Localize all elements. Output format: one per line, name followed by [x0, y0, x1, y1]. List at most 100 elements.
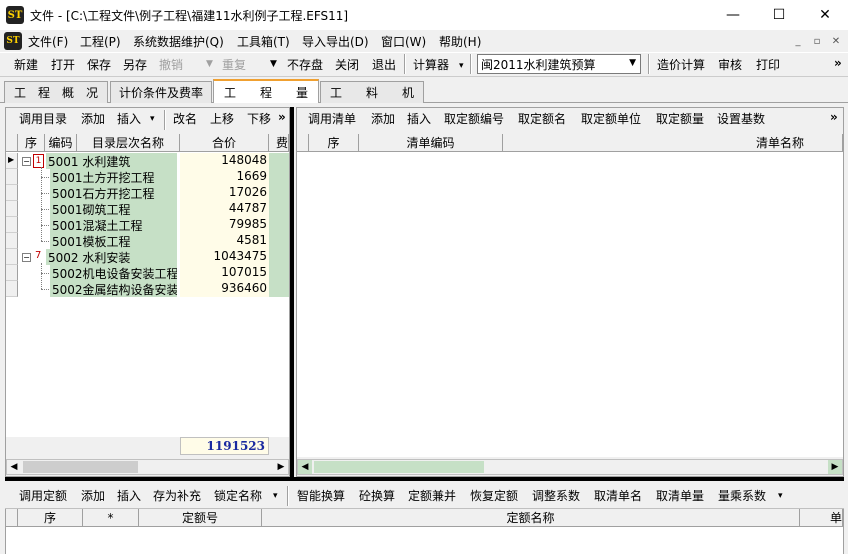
- multiply-dropdown-icon[interactable]: ▾: [778, 491, 783, 501]
- right-toolbar-overflow-icon[interactable]: »: [830, 110, 838, 124]
- scroll-left-icon[interactable]: ◀: [7, 460, 21, 474]
- new-button[interactable]: 新建: [14, 56, 38, 73]
- undo-button[interactable]: 撤销: [159, 56, 183, 73]
- left-header-seq[interactable]: 序: [18, 134, 45, 152]
- tab-pricing-conditions[interactable]: 计价条件及费率: [110, 81, 212, 103]
- mdi-minimize-button[interactable]: _: [790, 34, 806, 48]
- undo-dropdown-icon[interactable]: ▼: [206, 59, 213, 69]
- left-header-name[interactable]: 目录层次名称: [77, 134, 180, 152]
- collapse-icon[interactable]: −: [22, 253, 31, 262]
- minimize-button[interactable]: —: [710, 0, 756, 30]
- row-selector[interactable]: [6, 169, 18, 185]
- menu-help[interactable]: 帮助(H): [439, 33, 481, 50]
- tab-labor-materials[interactable]: 工 料 机: [320, 81, 424, 103]
- get-bill-name-button[interactable]: 取清单名: [594, 487, 642, 504]
- tree-node-label[interactable]: 5002金属结构设备安装: [50, 281, 177, 297]
- tab-project-overview[interactable]: 工 程 概 况: [4, 81, 108, 103]
- document-icon[interactable]: ST: [4, 32, 22, 50]
- scroll-left-icon[interactable]: ◀: [298, 460, 312, 474]
- menu-system-data[interactable]: 系统数据维护(Q): [133, 33, 224, 50]
- get-quota-number-button[interactable]: 取定额编号: [444, 110, 504, 127]
- set-base-button[interactable]: 设置基数: [717, 110, 765, 127]
- tree-node-label[interactable]: 5002机电设备安装工程: [50, 265, 177, 281]
- left-header-code[interactable]: 编码: [45, 134, 77, 152]
- bottom-header-quota-number[interactable]: 定额号: [139, 509, 262, 527]
- restore-quota-button[interactable]: 恢复定额: [470, 487, 518, 504]
- insert-dropdown-icon[interactable]: ▾: [150, 114, 155, 124]
- row-selector[interactable]: [6, 185, 18, 201]
- add-bill-button[interactable]: 添加: [371, 110, 395, 127]
- cost-calc-button[interactable]: 造价计算: [657, 56, 705, 73]
- right-header-name[interactable]: 清单名称: [503, 134, 843, 152]
- calculator-button[interactable]: 计算器: [413, 56, 449, 73]
- mdi-close-button[interactable]: ✕: [828, 34, 844, 48]
- row-selector[interactable]: [6, 265, 18, 281]
- left-header-amount[interactable]: 合价: [180, 134, 269, 152]
- smart-convert-button[interactable]: 智能换算: [297, 487, 345, 504]
- vertical-splitter[interactable]: [290, 107, 294, 477]
- get-bill-quantity-button[interactable]: 取清单量: [656, 487, 704, 504]
- tree-node-label[interactable]: 5001混凝土工程: [50, 217, 177, 233]
- add-catalog-button[interactable]: 添加: [81, 110, 105, 127]
- scroll-right-icon[interactable]: ▶: [274, 460, 288, 474]
- tree-node-label[interactable]: 5001 水利建筑: [46, 153, 177, 169]
- add-quota-button[interactable]: 添加: [81, 487, 105, 504]
- mdi-restore-button[interactable]: ▫: [809, 34, 825, 48]
- bill-hscroll-thumb[interactable]: [314, 461, 484, 473]
- menu-import-export[interactable]: 导入导出(D): [302, 33, 369, 50]
- bottom-header-quota-name[interactable]: 定额名称: [262, 509, 800, 527]
- right-header-code[interactable]: 清单编码: [359, 134, 503, 152]
- move-down-button[interactable]: 下移: [247, 110, 271, 127]
- quota-select[interactable]: 闽2011水利建筑预算 ▼: [477, 54, 641, 74]
- bottom-header-unit[interactable]: 单: [800, 509, 843, 527]
- scroll-right-icon[interactable]: ▶: [828, 460, 842, 474]
- print-button[interactable]: 打印: [756, 56, 780, 73]
- get-quota-unit-button[interactable]: 取定额单位: [581, 110, 641, 127]
- row-selector[interactable]: [6, 233, 18, 249]
- get-quota-quantity-button[interactable]: 取定额量: [656, 110, 704, 127]
- menu-toolbox[interactable]: 工具箱(T): [237, 33, 290, 50]
- menu-file[interactable]: 文件(F): [28, 33, 68, 50]
- tree-node-label[interactable]: 5001石方开挖工程: [50, 185, 177, 201]
- row-selector[interactable]: ▶: [6, 153, 18, 169]
- right-header-seq[interactable]: 序: [309, 134, 359, 152]
- merge-quota-button[interactable]: 定额兼并: [408, 487, 456, 504]
- collapse-icon[interactable]: −: [22, 157, 31, 166]
- bottom-header-star[interactable]: *: [83, 509, 139, 527]
- left-header-fee[interactable]: 费: [269, 134, 289, 152]
- redo-dropdown-icon[interactable]: ▼: [270, 59, 277, 69]
- get-quota-name-button[interactable]: 取定额名: [518, 110, 566, 127]
- review-button[interactable]: 审核: [718, 56, 742, 73]
- row-selector[interactable]: [6, 249, 18, 265]
- rename-button[interactable]: 改名: [173, 110, 197, 127]
- row-selector[interactable]: [6, 281, 18, 297]
- close-doc-button[interactable]: 关闭: [335, 56, 359, 73]
- call-catalog-button[interactable]: 调用目录: [19, 110, 67, 127]
- adjust-coefficient-button[interactable]: 调整系数: [532, 487, 580, 504]
- insert-catalog-button[interactable]: 插入: [117, 110, 141, 127]
- close-button[interactable]: ✕: [802, 0, 848, 30]
- lock-name-button[interactable]: 锁定名称: [214, 487, 262, 504]
- menu-window[interactable]: 窗口(W): [381, 33, 426, 50]
- tab-quantities[interactable]: 工 程 量: [213, 79, 319, 103]
- catalog-hscroll-thumb[interactable]: [23, 461, 138, 473]
- calculator-dropdown-icon[interactable]: ▾: [459, 61, 464, 71]
- save-button[interactable]: 保存: [87, 56, 111, 73]
- nosave-button[interactable]: 不存盘: [287, 56, 323, 73]
- move-up-button[interactable]: 上移: [210, 110, 234, 127]
- save-as-supplement-button[interactable]: 存为补充: [153, 487, 201, 504]
- call-quota-button[interactable]: 调用定额: [19, 487, 67, 504]
- left-toolbar-overflow-icon[interactable]: »: [278, 110, 286, 124]
- call-bill-button[interactable]: 调用清单: [308, 110, 356, 127]
- lock-name-dropdown-icon[interactable]: ▾: [273, 491, 278, 501]
- tree-node-label[interactable]: 5002 水利安装: [46, 249, 177, 265]
- tree-node-label[interactable]: 5001土方开挖工程: [50, 169, 177, 185]
- row-selector[interactable]: [6, 217, 18, 233]
- tree-node-label[interactable]: 5001砌筑工程: [50, 201, 177, 217]
- saveas-button[interactable]: 另存: [123, 56, 147, 73]
- bottom-header-seq[interactable]: 序: [18, 509, 83, 527]
- exit-button[interactable]: 退出: [372, 56, 396, 73]
- multiply-coefficient-button[interactable]: 量乘系数: [718, 487, 766, 504]
- menu-project[interactable]: 工程(P): [80, 33, 121, 50]
- insert-quota-button[interactable]: 插入: [117, 487, 141, 504]
